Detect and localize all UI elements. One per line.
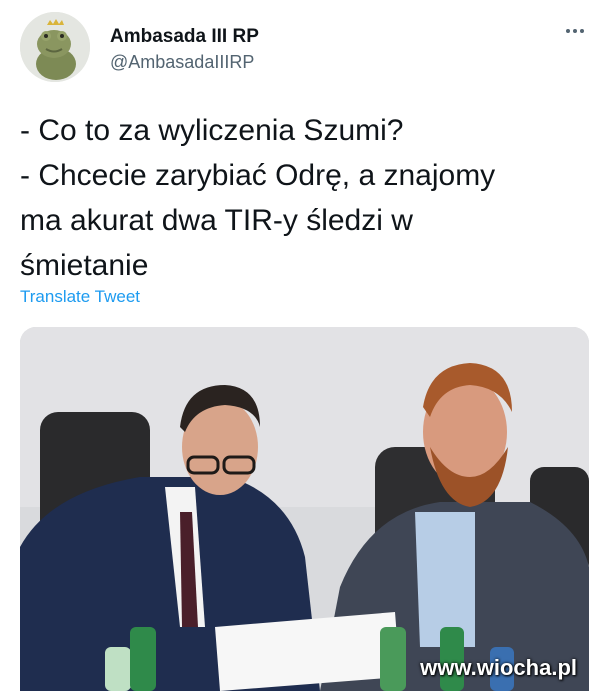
tweet-text-line: - Co to za wyliczenia Szumi? — [20, 114, 404, 147]
tweet-text-line: - Chcecie zarybiać Odrę, a znajomy — [20, 159, 496, 192]
watermark: www.wiocha.pl — [420, 655, 577, 680]
tweet-text: - Co to za wyliczenia Szumi? - Chcecie z… — [20, 108, 590, 288]
tweet-media-photo[interactable]: www.wiocha.pl — [20, 327, 589, 691]
tweet-text-line: śmietanie — [20, 249, 149, 282]
translate-tweet-link[interactable]: Translate Tweet — [20, 287, 140, 307]
author-name[interactable]: Ambasada III RP — [110, 26, 259, 48]
meeting-photo-icon — [20, 327, 589, 691]
tweet-text-line: ma akurat dwa TIR-y śledzi w — [20, 204, 413, 237]
more-dots-icon[interactable] — [560, 24, 590, 38]
avatar[interactable] — [20, 12, 90, 82]
tweet-header: Ambasada III RP @AmbasadaIIIRP — [20, 12, 590, 82]
frog-plush-icon — [20, 12, 90, 82]
author-handle[interactable]: @AmbasadaIIIRP — [110, 52, 254, 73]
